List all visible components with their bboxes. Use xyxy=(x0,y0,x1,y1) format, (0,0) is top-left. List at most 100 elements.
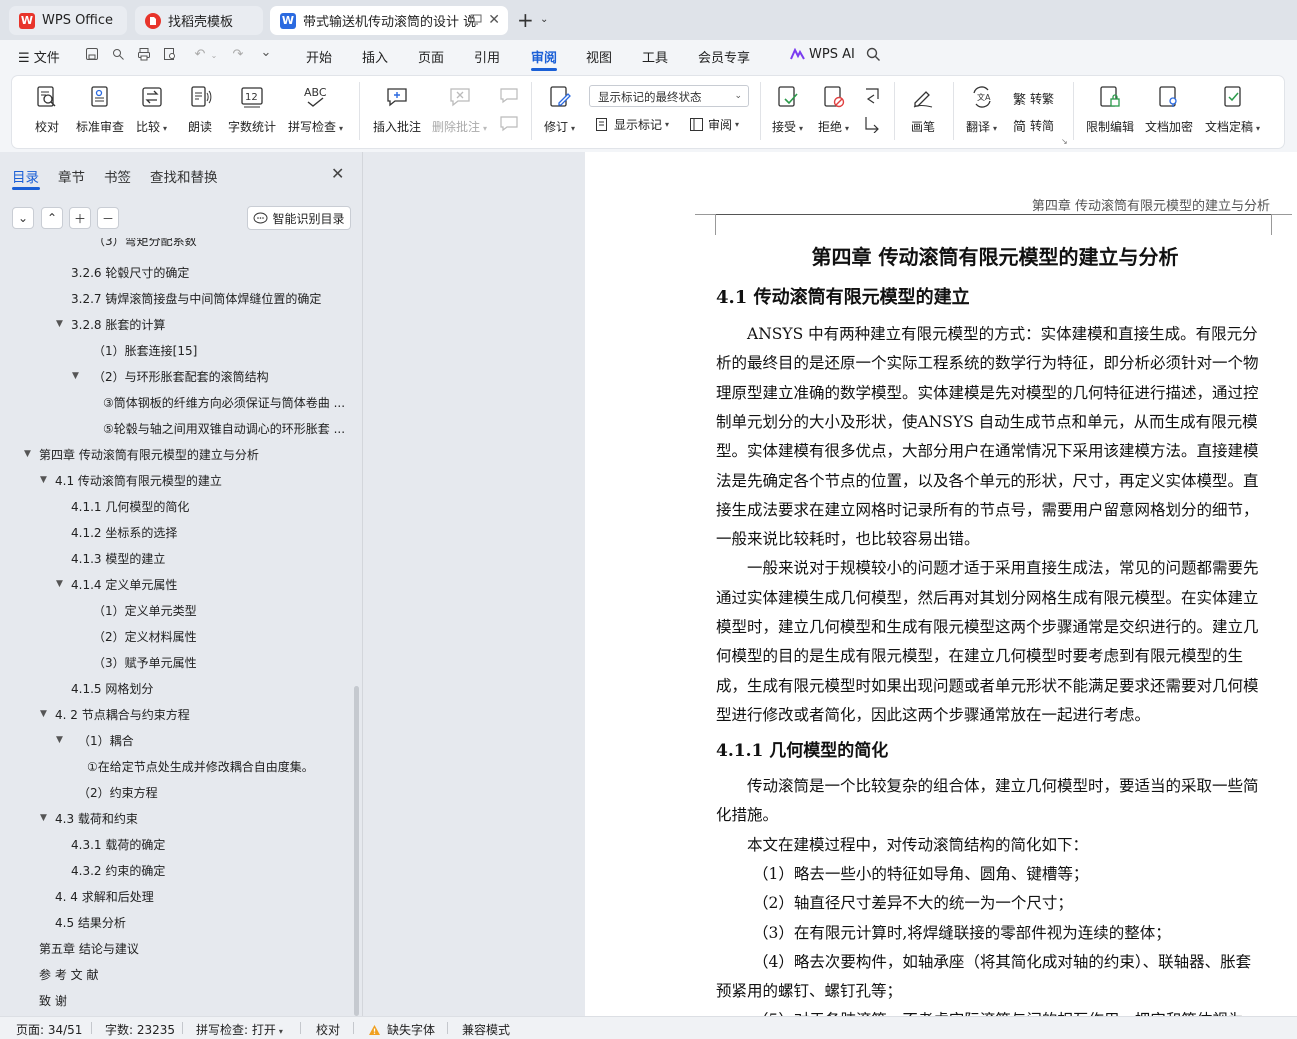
close-pane-icon[interactable]: ✕ xyxy=(331,164,344,183)
toc-item[interactable]: （3）弯矩分配系数 xyxy=(93,238,350,250)
document-page[interactable]: 第四章 传动滚筒有限元模型的建立与分析 第四章 传动滚筒有限元模型的建立与分析 … xyxy=(585,152,1297,1016)
menu-reference[interactable]: 引用 xyxy=(474,47,500,66)
toc-item[interactable]: 3.2.8 胀套的计算 xyxy=(71,316,350,334)
chevron-down-icon[interactable]: ⌄ xyxy=(258,45,274,61)
tab-document[interactable]: W 带式输送机传动滚筒的设计 说 ✕ xyxy=(270,6,508,35)
toc-item[interactable]: 第四章 传动滚筒有限元模型的建立与分析 xyxy=(39,446,350,464)
to-traditional-button[interactable]: 繁转繁 xyxy=(1013,89,1054,108)
expand-arrow-icon[interactable]: ▼ xyxy=(40,475,47,485)
toc-item[interactable]: 4. 4 求解和后处理 xyxy=(55,888,350,906)
toc-item[interactable]: 4.1.3 模型的建立 xyxy=(71,550,350,568)
new-tab-icon[interactable]: + xyxy=(517,10,534,30)
page-indicator[interactable]: 页面: 34/51 xyxy=(16,1021,82,1038)
previous-change-icon[interactable] xyxy=(862,87,882,108)
compare-button[interactable]: 比较 ▾ xyxy=(136,84,167,135)
reject-button[interactable]: 拒绝 ▾ xyxy=(818,84,849,135)
to-simplified-button[interactable]: 简转简 xyxy=(1013,116,1054,135)
toc-item[interactable]: 4.1.1 几何模型的简化 xyxy=(71,498,350,516)
collapse-up-button[interactable]: ⌃ xyxy=(41,207,63,229)
menu-member[interactable]: 会员专享 xyxy=(698,47,750,66)
chevron-down-icon[interactable]: ⌄ xyxy=(206,48,222,64)
next-comment-icon[interactable] xyxy=(499,115,519,136)
toc-item[interactable]: 4.5 结果分析 xyxy=(55,914,350,932)
toc-item[interactable]: ③筒体钢板的纤维方向必须保证与筒体卷曲 ... xyxy=(103,394,350,412)
proofread-button[interactable]: 校对 xyxy=(34,84,60,135)
delete-comment-button[interactable]: 删除批注 ▾ xyxy=(432,84,487,135)
expand-arrow-icon[interactable]: ▼ xyxy=(40,709,47,719)
print-icon[interactable] xyxy=(136,47,152,63)
proof-indicator[interactable]: 校对 xyxy=(316,1021,340,1038)
finalize-document-button[interactable]: 文档定稿 ▾ xyxy=(1205,84,1260,135)
accept-button[interactable]: 接受 ▾ xyxy=(772,84,803,135)
word-count-button[interactable]: 12 字数统计 xyxy=(228,84,276,135)
redo-icon[interactable]: ↷ xyxy=(230,47,246,63)
nav-scrollbar[interactable] xyxy=(354,686,359,1016)
file-menu[interactable]: ☰ 文件 xyxy=(18,47,60,66)
read-aloud-button[interactable]: 朗读 xyxy=(187,84,213,135)
menu-insert[interactable]: 插入 xyxy=(362,47,388,66)
menu-view[interactable]: 视图 xyxy=(586,47,612,66)
show-markup-button[interactable]: 显示标记 ▾ xyxy=(595,116,669,133)
toc-item[interactable]: （3）赋予单元属性 xyxy=(93,654,350,672)
add-heading-button[interactable]: ＋ xyxy=(69,207,91,229)
pen-button[interactable]: 画笔 xyxy=(910,84,936,135)
missing-font-indicator[interactable]: 缺失字体 xyxy=(368,1021,435,1038)
previous-comment-icon[interactable] xyxy=(499,87,519,108)
revise-button[interactable]: 修订 ▾ xyxy=(544,84,575,135)
nav-tab-find-replace[interactable]: 查找和替换 xyxy=(150,166,218,186)
toc-item[interactable]: 4.1.5 网格划分 xyxy=(71,680,350,698)
toc-item[interactable]: （2）约束方程 xyxy=(78,784,350,802)
toc-item[interactable]: （1）耦合 xyxy=(78,732,350,750)
smart-toc-button[interactable]: 智能识别目录 xyxy=(247,206,351,230)
toc-item[interactable]: （1）定义单元类型 xyxy=(93,602,350,620)
expand-arrow-icon[interactable]: ▼ xyxy=(56,735,63,745)
toc-item[interactable]: 4.1 传动滚筒有限元模型的建立 xyxy=(55,472,350,490)
chevron-down-icon[interactable]: ⌄ xyxy=(540,14,548,25)
screen-icon[interactable] xyxy=(470,13,482,29)
nav-tab-chapters[interactable]: 章节 xyxy=(58,166,85,186)
markup-state-select[interactable]: 显示标记的最终状态 ⌄ xyxy=(589,85,749,107)
toc-item[interactable]: 4.1.2 坐标系的选择 xyxy=(71,524,350,542)
translate-button[interactable]: 文A 翻译 ▾ xyxy=(966,84,997,135)
menu-page[interactable]: 页面 xyxy=(418,47,444,66)
save-icon[interactable] xyxy=(84,47,100,63)
expand-arrow-icon[interactable]: ▼ xyxy=(40,813,47,823)
remove-heading-button[interactable]: － xyxy=(97,207,119,229)
restrict-edit-button[interactable]: 限制编辑 xyxy=(1086,84,1134,135)
toc-item[interactable]: 4.1.4 定义单元属性 xyxy=(71,576,350,594)
expand-group-icon[interactable]: ↘ xyxy=(1061,137,1068,146)
standard-review-button[interactable]: 标准审查 xyxy=(76,84,124,135)
insert-comment-button[interactable]: 插入批注 xyxy=(373,84,421,135)
menu-start[interactable]: 开始 xyxy=(306,47,332,66)
print-preview-icon[interactable] xyxy=(162,47,178,63)
collapse-down-button[interactable]: ⌄ xyxy=(12,207,34,229)
tab-wps-office[interactable]: W WPS Office xyxy=(9,6,127,35)
review-pane-button[interactable]: 审阅 ▾ xyxy=(689,116,739,133)
toc-item[interactable]: 4. 2 节点耦合与约束方程 xyxy=(55,706,350,724)
expand-arrow-icon[interactable]: ▼ xyxy=(56,579,63,589)
toc-item[interactable]: 4.3.2 约束的确定 xyxy=(71,862,350,880)
toc-item[interactable]: 致 谢 xyxy=(39,992,350,1010)
toc-item[interactable]: 参 考 文 献 xyxy=(39,966,350,984)
close-tab-icon[interactable]: ✕ xyxy=(488,12,500,28)
toc-item[interactable]: （1）胀套连接[15] xyxy=(93,342,350,360)
toc-item[interactable]: （2）定义材料属性 xyxy=(93,628,350,646)
word-count-indicator[interactable]: 字数: 23235 xyxy=(105,1021,175,1038)
next-change-icon[interactable] xyxy=(862,115,882,136)
menu-review[interactable]: 审阅 xyxy=(531,47,557,66)
expand-arrow-icon[interactable]: ▼ xyxy=(72,371,79,381)
link-icon[interactable] xyxy=(110,47,126,63)
toc-item[interactable]: 4.3.1 载荷的确定 xyxy=(71,836,350,854)
toc-item[interactable]: 4.3 载荷和约束 xyxy=(55,810,350,828)
toc-item[interactable]: ①在给定节点处生成并修改耦合自由度集。 xyxy=(87,758,350,776)
expand-arrow-icon[interactable]: ▼ xyxy=(56,319,63,329)
wps-ai-button[interactable]: WPS AI xyxy=(790,47,855,62)
encrypt-document-button[interactable]: 文档加密 xyxy=(1145,84,1193,135)
search-icon[interactable] xyxy=(866,47,881,66)
tab-template[interactable]: 找稻壳模板 xyxy=(135,6,263,35)
toc-item[interactable]: 第五章 结论与建议 xyxy=(39,940,350,958)
toc-item[interactable]: 3.2.6 轮毂尺寸的确定 xyxy=(71,264,350,282)
toc-item[interactable]: ⑤轮毂与轴之间用双锥自动调心的环形胀套 ... xyxy=(103,420,350,438)
nav-tab-bookmarks[interactable]: 书签 xyxy=(104,166,131,186)
menu-tools[interactable]: 工具 xyxy=(642,47,668,66)
